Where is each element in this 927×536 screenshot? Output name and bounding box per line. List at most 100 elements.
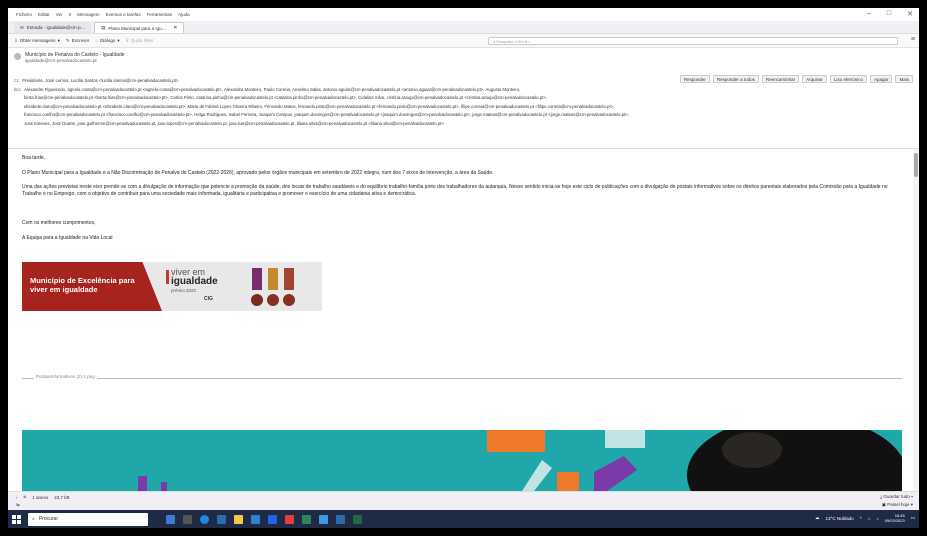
- download-icon: ⇩: [14, 37, 18, 43]
- task-view-icon[interactable]: [183, 514, 192, 524]
- clock-date: 09/03/2023: [884, 518, 905, 523]
- tray-chevron-icon[interactable]: ^: [860, 516, 862, 521]
- app-icon-blue[interactable]: [319, 514, 328, 524]
- attachment-image-shapes: [138, 430, 902, 491]
- forward-button[interactable]: Reencaminhar: [761, 75, 800, 83]
- thunderbird-icon[interactable]: [268, 514, 277, 524]
- start-button[interactable]: [8, 510, 24, 528]
- maximize-button[interactable]: □: [887, 10, 891, 18]
- search-input[interactable]: ⌕ Pesquisa <Ctrl+K>: [488, 37, 898, 45]
- pencil-icon: ✎: [65, 37, 70, 43]
- thunderbird-window: Ficheiro Editar Ver Ir Mensagem Eventos …: [8, 8, 919, 528]
- menu-view[interactable]: Ver: [56, 12, 63, 17]
- banner-red-panel: Município de Excelência para viver em ig…: [22, 262, 162, 311]
- bcc-line-4[interactable]: francisco.coelho@cm-penalvadocastelo.pt …: [14, 111, 913, 120]
- menu-tools[interactable]: Ferramentas: [147, 12, 173, 17]
- get-messages-label: Obter mensagens: [19, 38, 56, 43]
- bcc-recipients-1[interactable]: Alexandre Figueiredo, agnelo.costa@cm-pe…: [24, 87, 520, 92]
- recipients: Cc Presidente, José Lemos, Lucília Santos…: [14, 77, 913, 128]
- message-actions: Responder Responder a todos Reencaminhar…: [679, 75, 913, 83]
- get-messages-button[interactable]: ⇩ Obter mensagens ▾: [14, 38, 60, 44]
- from-row: Município de Penalva do Castelo - Iguald…: [14, 52, 913, 63]
- more-button[interactable]: Mais: [895, 75, 913, 83]
- bcc-line: Bcc Alexandre Figueiredo, agnelo.costa@cm…: [14, 86, 913, 95]
- app-icon-red[interactable]: [285, 514, 294, 524]
- windows-icon: [11, 514, 21, 524]
- bcc-line-2[interactable]: berta.frias@cm-penalvadocastelo.pt <bert…: [14, 94, 913, 103]
- notifications-icon[interactable]: ▭: [911, 515, 915, 521]
- edge-icon[interactable]: [200, 514, 209, 524]
- write-button[interactable]: ✎ Escrever: [66, 38, 90, 44]
- attachment-size: 23,7 kB: [54, 494, 70, 500]
- tab-bar: ✉ Entrada - igualdade@cm-p… ▤ Plano Muni…: [8, 21, 919, 34]
- banner-figures: [251, 268, 295, 306]
- word-icon[interactable]: [336, 514, 345, 524]
- expand-icon[interactable]: ›: [16, 495, 18, 500]
- logo-line-3: prémio 2022: [171, 288, 197, 293]
- logo-line-4: CIG: [204, 296, 213, 302]
- bcc-line-3[interactable]: elizabete.claro@cm-penalvadocastelo.pt <…: [14, 103, 913, 112]
- taskbar-search[interactable]: ⌕ Procurar: [28, 512, 148, 526]
- junk-button[interactable]: Lixo eletrónico: [829, 75, 867, 83]
- mail-icon[interactable]: [217, 514, 226, 524]
- close-tab-icon[interactable]: ✕: [173, 25, 177, 31]
- file-explorer-icon[interactable]: [234, 514, 243, 524]
- tab-inbox-label: Entrada - igualdade@cm-p…: [26, 25, 86, 30]
- widgets-icon[interactable]: [166, 514, 175, 524]
- chat-button[interactable]: ◌ Diálogo ▾: [95, 38, 119, 44]
- quick-filter-button[interactable]: ⊽ Quick Filter: [126, 38, 154, 44]
- menu-events[interactable]: Eventos e tarefas: [106, 12, 141, 17]
- attachment-image: [22, 430, 902, 491]
- viver-em-igualdade-logo: viver em igualdade prémio 2022 CIG: [166, 268, 236, 308]
- windows-taskbar: ⌕ Procurar ☁ 13°C Nublado ^ ⌂ ♪ 16:45 09…: [8, 510, 919, 528]
- network-icon[interactable]: ⌂: [868, 516, 871, 521]
- tab-message-label: Plano Municipal para a Igu…: [108, 25, 167, 31]
- signature: A Equipa para a Igualdade na Vida Local: [22, 235, 113, 241]
- chat-label: Diálogo: [100, 38, 116, 43]
- volume-icon[interactable]: ♪: [876, 516, 878, 521]
- save-all-button[interactable]: ⤓ Guardar tudo ▾: [880, 494, 913, 499]
- menu-edit[interactable]: Editar: [38, 12, 50, 17]
- tab-message[interactable]: ▤ Plano Municipal para a Igu… ✕: [94, 22, 185, 33]
- message-icon: ▤: [101, 25, 106, 30]
- weather-icon: ☁: [815, 515, 820, 520]
- archive-button[interactable]: Arquivar: [802, 75, 827, 83]
- clock[interactable]: 16:45 09/03/2023: [885, 513, 905, 523]
- igualdade-banner: Município de Excelência para viver em ig…: [22, 262, 322, 311]
- tab-inbox[interactable]: ✉ Entrada - igualdade@cm-p…: [14, 22, 92, 33]
- minimize-button[interactable]: –: [867, 10, 871, 18]
- message-scrollbar[interactable]: [913, 149, 919, 491]
- menu-bar: Ficheiro Editar Ver Ir Mensagem Eventos …: [8, 8, 919, 21]
- logo-line-2: igualdade: [171, 276, 218, 287]
- menu-file[interactable]: Ficheiro: [16, 12, 32, 17]
- attachment-count[interactable]: 1 anexo: [32, 495, 48, 500]
- quick-filter-label: Quick Filter: [130, 38, 154, 43]
- search-placeholder: Pesquisa <Ctrl+K>: [496, 39, 530, 44]
- system-tray: ☁ 13°C Nublado ^ ⌂ ♪ 16:45 09/03/2023 ▭: [815, 513, 915, 523]
- reply-all-button[interactable]: Responder a todos: [712, 75, 759, 83]
- attachment-divider: [22, 378, 902, 379]
- sender-email[interactable]: igualdade@cm-penalvadocastelo.pt: [25, 58, 125, 63]
- main-toolbar: ⇩ Obter mensagens ▾ ✎ Escrever ◌ Diálogo ▾ …: [8, 34, 919, 48]
- store-icon[interactable]: [251, 514, 260, 524]
- bcc-label: Bcc: [14, 86, 22, 92]
- app-menu-icon[interactable]: ≡: [911, 36, 915, 43]
- message-body: Boa tarde, O Plano Municipal para a Igua…: [8, 149, 913, 491]
- menu-help[interactable]: Ajuda: [178, 12, 190, 17]
- menu-go[interactable]: Ir: [69, 12, 72, 17]
- reply-button[interactable]: Responder: [679, 75, 710, 83]
- delete-button[interactable]: Apagar: [869, 75, 893, 83]
- bcc-line-5[interactable]: José Esteves, José Duarte, jose.guilherm…: [14, 120, 913, 129]
- cc-recipients[interactable]: Presidente, José Lemos, Lucília Santos <…: [22, 78, 178, 83]
- close-window-button[interactable]: ✕: [907, 10, 913, 18]
- attachment-label[interactable]: PostaisInformativos (2)-1.png: [34, 374, 97, 379]
- chat-icon: ◌: [95, 38, 99, 43]
- write-label: Escrever: [71, 38, 90, 43]
- excel-icon[interactable]: [353, 514, 362, 524]
- cc-label: Cc: [14, 78, 20, 83]
- weather-text[interactable]: 13°C Nublado: [826, 516, 854, 521]
- scrollbar-thumb[interactable]: [914, 153, 918, 177]
- menu-message[interactable]: Mensagem: [77, 12, 99, 17]
- app-icon-green[interactable]: [302, 514, 311, 524]
- today-pane-button[interactable]: ▣ Painel hoje ▾: [882, 502, 913, 508]
